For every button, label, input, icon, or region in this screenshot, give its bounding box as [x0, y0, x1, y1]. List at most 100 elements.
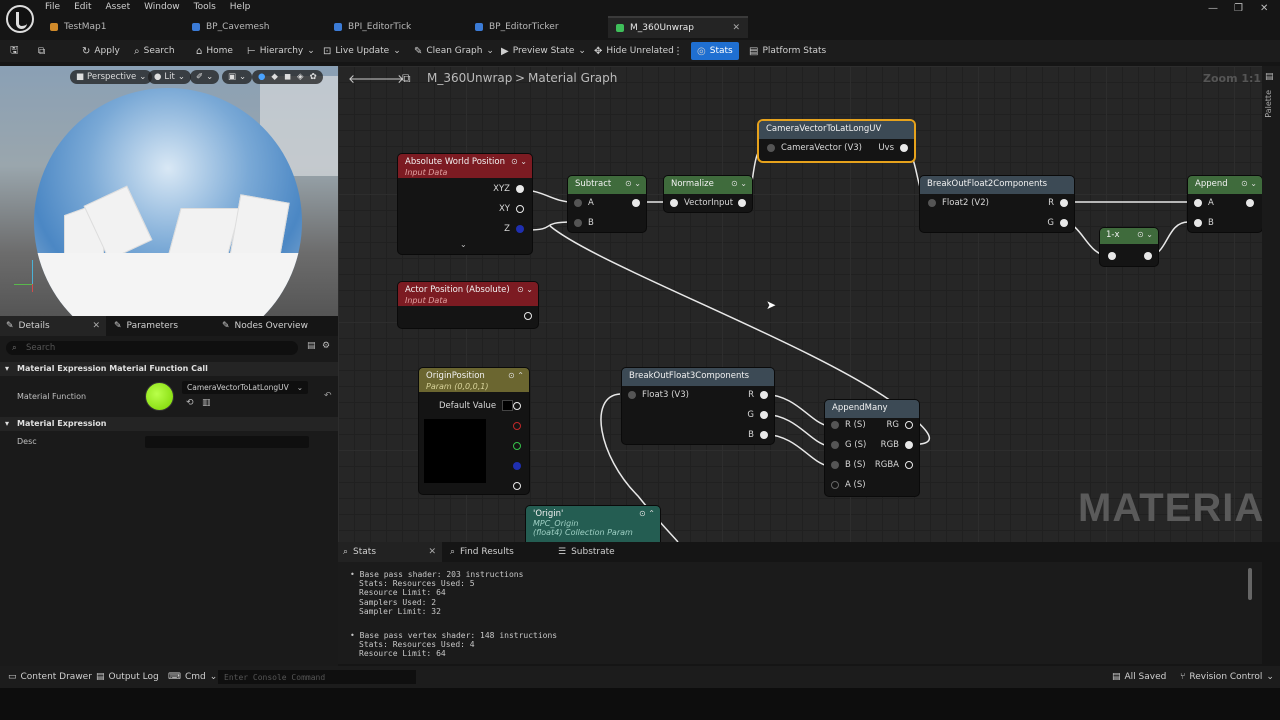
- output-pin-icon[interactable]: [1144, 252, 1152, 260]
- close-tab-icon[interactable]: ✕: [428, 547, 436, 557]
- output-pin-icon[interactable]: [632, 199, 640, 207]
- tab-substrate[interactable]: ☰ Substrate: [558, 542, 662, 562]
- node-one-minus[interactable]: 1-x ⊙ ⌄: [1100, 228, 1158, 266]
- pin-b-s[interactable]: B (S): [831, 460, 866, 470]
- pin-vectorinput[interactable]: VectorInput: [670, 198, 733, 208]
- home-button[interactable]: ⌂ Home: [196, 43, 233, 59]
- tab-nodes-overview[interactable]: ✎ Nodes Overview: [222, 316, 336, 336]
- menu-tools[interactable]: Tools: [187, 0, 223, 14]
- tab-find-results[interactable]: ⌕ Find Results: [450, 542, 554, 562]
- pin-xyz[interactable]: XYZ: [493, 184, 524, 194]
- content-drawer-button[interactable]: ▭ Content Drawer: [8, 670, 92, 684]
- pin-rg[interactable]: RG: [887, 420, 913, 430]
- hierarchy-button[interactable]: ⊢ Hierarchy ⌄: [247, 43, 315, 59]
- tab-details[interactable]: ✎ Details ✕: [0, 316, 106, 336]
- node-controls-icon[interactable]: ⊙ ⌄: [731, 179, 747, 188]
- preview-state-button[interactable]: ▶ Preview State ⌄: [501, 43, 586, 59]
- pin-uvs[interactable]: Uvs: [878, 143, 908, 153]
- output-pin-icon[interactable]: [738, 199, 746, 207]
- section-material-expression[interactable]: Material Expression: [0, 417, 338, 431]
- node-controls-icon[interactable]: ⊙ ⌄: [511, 157, 527, 166]
- node-breakout-float3[interactable]: BreakOutFloat3Components Float3 (V3) R G…: [622, 368, 774, 444]
- use-selected-icon[interactable]: ⟲: [186, 398, 194, 408]
- pin-xy[interactable]: XY: [499, 204, 524, 214]
- output-log-button[interactable]: ▤ Output Log: [96, 670, 159, 684]
- mesh-shape-icon[interactable]: ✿: [310, 72, 317, 82]
- output-pin-g-icon[interactable]: [513, 442, 521, 450]
- desc-input[interactable]: [145, 436, 309, 448]
- forward-arrow-icon[interactable]: 🡒: [372, 71, 404, 86]
- browse-button[interactable]: ⧉: [38, 43, 45, 59]
- pin-g[interactable]: G: [1047, 218, 1068, 228]
- revision-control-button[interactable]: ⑂ Revision Control ⌄: [1180, 670, 1274, 684]
- close-tab-icon[interactable]: ✕: [92, 321, 100, 331]
- tab-bp-editorticker[interactable]: BP_EditorTicker: [475, 16, 605, 38]
- output-pin-icon[interactable]: [1246, 199, 1254, 207]
- browse-asset-icon[interactable]: ▥: [202, 398, 211, 408]
- perspective-dropdown[interactable]: ■ Perspective ⌄: [70, 70, 153, 84]
- node-controls-icon[interactable]: ⊙ ⌃: [639, 509, 655, 518]
- breadcrumb-asset[interactable]: M_360Unwrap: [427, 71, 512, 85]
- node-append-many[interactable]: AppendMany R (S) G (S) B (S) A (S) RG RG…: [825, 400, 919, 496]
- pin-rgb[interactable]: RGB: [881, 440, 913, 450]
- node-actor-position[interactable]: Actor Position (Absolute) Input Data ⊙ ⌄: [398, 282, 538, 328]
- expand-icon[interactable]: ⌄: [460, 240, 467, 249]
- lit-dropdown[interactable]: ● Lit ⌄: [148, 70, 191, 84]
- gear-icon[interactable]: ⚙: [322, 341, 330, 351]
- output-pin-r-icon[interactable]: [513, 422, 521, 430]
- menu-edit[interactable]: Edit: [67, 0, 98, 14]
- more-options-icon[interactable]: ⋮: [673, 43, 683, 59]
- node-origin-position[interactable]: OriginPosition Param (0,0,0,1) ⊙ ⌃ Default…: [419, 368, 529, 494]
- reset-icon[interactable]: ↶: [324, 391, 332, 401]
- tab-stats[interactable]: ⌕ Stats ✕: [338, 542, 442, 562]
- close-tab-icon[interactable]: ✕: [732, 23, 740, 33]
- output-pin-icon[interactable]: [513, 402, 521, 410]
- input-pin-icon[interactable]: [1108, 252, 1116, 260]
- pin-rgba[interactable]: RGBA: [875, 460, 913, 470]
- menu-asset[interactable]: Asset: [99, 0, 138, 14]
- maximize-icon[interactable]: ❐: [1234, 3, 1243, 14]
- pin-a[interactable]: A: [1194, 198, 1214, 208]
- breadcrumb-graph[interactable]: Material Graph: [528, 71, 617, 85]
- node-camera-vector-to-latlong-uv[interactable]: CameraVectorToLatLongUV CameraVector (V3…: [759, 121, 914, 161]
- node-breakout-float2[interactable]: BreakOutFloat2Components Float2 (V2) R G: [920, 176, 1074, 232]
- tab-bp-cavemesh[interactable]: BP_Cavemesh: [192, 16, 327, 38]
- pin-float3[interactable]: Float3 (V3): [628, 390, 689, 400]
- cmd-dropdown[interactable]: ⌨ Cmd ⌄: [168, 670, 217, 684]
- view-options-dropdown[interactable]: ▣ ⌄: [222, 70, 253, 84]
- show-flags-dropdown[interactable]: ✐ ⌄: [190, 70, 220, 84]
- unreal-logo-icon[interactable]: [6, 5, 34, 33]
- node-subtract[interactable]: Subtract ⊙ ⌄ A B: [568, 176, 646, 232]
- tab-bpi-editortick[interactable]: BPI_EditorTick: [334, 16, 469, 38]
- node-normalize[interactable]: Normalize ⊙ ⌄ VectorInput: [664, 176, 752, 212]
- node-controls-icon[interactable]: ⊙ ⌄: [625, 179, 641, 188]
- plane-shape-icon[interactable]: ◼: [284, 72, 291, 82]
- tab-m-360unwrap[interactable]: M_360Unwrap ✕: [608, 16, 748, 38]
- pin-g-s[interactable]: G (S): [831, 440, 866, 450]
- stats-button[interactable]: ◎ Stats: [691, 42, 739, 60]
- sphere-shape-icon[interactable]: ●: [258, 72, 265, 82]
- node-controls-icon[interactable]: ⊙ ⌄: [1137, 230, 1153, 239]
- pin-a-s[interactable]: A (S): [831, 480, 866, 490]
- section-material-function-call[interactable]: Material Expression Material Function Ca…: [0, 362, 338, 376]
- material-function-dropdown[interactable]: CameraVectorToLatLongUV ⌄: [182, 381, 308, 394]
- tab-parameters[interactable]: ✎ Parameters: [114, 316, 220, 336]
- platform-stats-button[interactable]: ▤ Platform Stats: [749, 43, 826, 59]
- pin-a[interactable]: A: [574, 198, 594, 208]
- search-button[interactable]: ⌕ Search: [134, 43, 175, 59]
- pin-b[interactable]: B: [574, 218, 594, 228]
- close-window-icon[interactable]: ✕: [1260, 3, 1268, 14]
- pin-g[interactable]: G: [747, 410, 768, 420]
- pin-default-value[interactable]: Default Value: [439, 400, 514, 411]
- pin-r-s[interactable]: R (S): [831, 420, 866, 430]
- node-mpc-origin[interactable]: 'Origin' MPC_Origin (float4) Collection Pa…: [526, 506, 660, 542]
- menu-window[interactable]: Window: [137, 0, 187, 14]
- preview-viewport[interactable]: ■ Perspective ⌄ ● Lit ⌄ ✐ ⌄ ▣ ⌄ ● ◆ ◼ ◈ ✿: [0, 66, 338, 316]
- menu-help[interactable]: Help: [223, 0, 258, 14]
- node-controls-icon[interactable]: ⊙ ⌄: [1241, 179, 1257, 188]
- color-swatch[interactable]: [502, 400, 514, 411]
- apply-button[interactable]: ↻ Apply: [82, 43, 120, 59]
- view-options-icon[interactable]: ▤: [307, 341, 316, 351]
- node-controls-icon[interactable]: ⊙ ⌃: [508, 371, 524, 380]
- live-update-button[interactable]: ⊡ Live Update ⌄: [323, 43, 401, 59]
